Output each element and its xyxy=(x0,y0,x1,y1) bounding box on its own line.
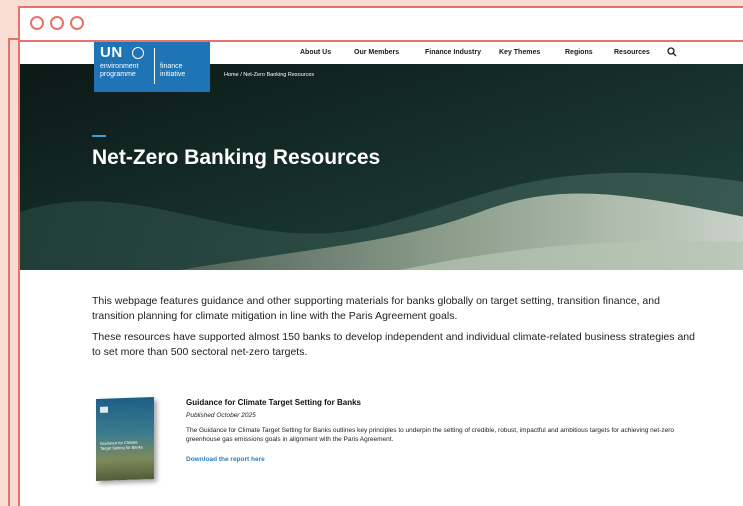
nav-about-us[interactable]: About Us xyxy=(300,49,331,56)
window-control-circle-3[interactable] xyxy=(70,16,84,30)
hero-banner: About Us Our Members Finance Industry Ke… xyxy=(20,42,743,270)
title-accent-bar xyxy=(92,135,106,137)
window-titlebar xyxy=(20,8,743,40)
intro-paragraph-1: This webpage features guidance and other… xyxy=(92,295,660,322)
nav-finance-industry[interactable]: Finance Industry xyxy=(425,49,481,56)
breadcrumb[interactable]: Home / Net-Zero Banking Resources xyxy=(224,72,314,78)
logo-finance-text: finance initiative xyxy=(160,63,186,78)
cover-logo xyxy=(100,406,108,413)
browser-window: About Us Our Members Finance Industry Ke… xyxy=(18,6,743,506)
unep-fi-logo[interactable]: UN environment programme finance initiat… xyxy=(94,42,210,92)
nav-resources[interactable]: Resources xyxy=(614,49,650,56)
resource-description: The Guidance for Climate Target Setting … xyxy=(186,427,675,443)
download-report-link[interactable]: Download the report here xyxy=(186,456,265,463)
window-control-circle-1[interactable] xyxy=(30,16,44,30)
logo-divider xyxy=(154,48,155,84)
un-emblem-icon xyxy=(132,47,144,59)
resource-title: Guidance for Climate Target Setting for … xyxy=(186,398,361,407)
cover-title-text: Guidance for Climate Target Setting for … xyxy=(100,439,143,451)
nav-key-themes[interactable]: Key Themes xyxy=(499,49,540,56)
search-icon[interactable] xyxy=(667,47,677,57)
resource-card: Guidance for Climate Target Setting for … xyxy=(92,390,712,506)
window-control-circle-2[interactable] xyxy=(50,16,64,30)
resource-date: Published October 2025 xyxy=(186,412,256,419)
logo-environment-text: environment programme xyxy=(100,63,139,78)
nav-regions[interactable]: Regions xyxy=(565,49,593,56)
page-title: Net-Zero Banking Resources xyxy=(92,146,381,169)
logo-un-text: UN xyxy=(100,44,123,61)
nav-our-members[interactable]: Our Members xyxy=(354,49,399,56)
report-cover-image[interactable]: Guidance for Climate Target Setting for … xyxy=(96,396,154,482)
webpage-viewport: About Us Our Members Finance Industry Ke… xyxy=(20,40,743,506)
intro-paragraph-2: These resources have supported almost 15… xyxy=(92,331,695,358)
